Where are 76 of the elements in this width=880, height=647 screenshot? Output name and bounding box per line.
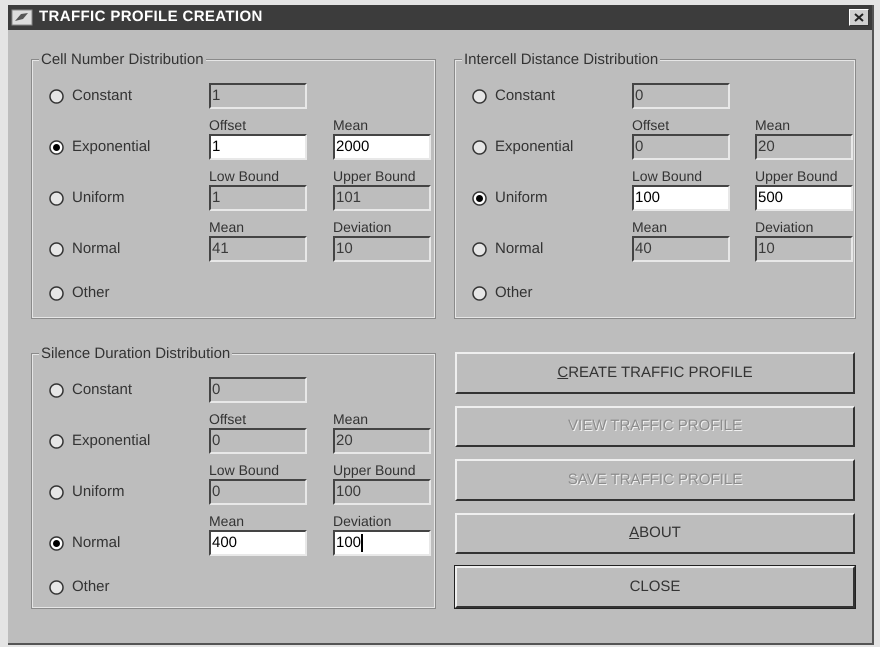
radio-icon (49, 484, 64, 500)
action-button[interactable]: CREATE TRAFFIC PROFILE (455, 352, 855, 394)
input-field[interactable]: 40 (632, 236, 730, 262)
field-caption: Offset (209, 117, 248, 134)
radio-option[interactable]: Constant (49, 83, 185, 109)
field-caption: Mean (209, 513, 246, 530)
field-caption: Deviation (755, 219, 814, 236)
radio-option[interactable]: Exponential (49, 134, 185, 160)
input-field[interactable]: 10 (333, 236, 431, 262)
window-title: TRAFFIC PROFILE CREATION (39, 7, 263, 28)
field-caption: Mean (333, 411, 370, 428)
close-icon (854, 13, 864, 22)
input-field[interactable]: 0 (209, 377, 307, 403)
radio-icon (49, 242, 64, 256)
radio-option[interactable]: Constant (472, 83, 608, 109)
input-field[interactable]: 0 (632, 134, 730, 160)
field-caption: Deviation (333, 219, 392, 236)
field-caption: Offset (632, 117, 670, 134)
radio-icon (472, 242, 487, 256)
input-field[interactable]: 0 (632, 83, 730, 109)
field-caption: Low Bound (632, 168, 704, 185)
field-caption: Upper Bound (333, 168, 417, 185)
radio-option[interactable]: Other (49, 574, 185, 600)
radio-icon (472, 190, 487, 206)
radio-option[interactable]: Normal (472, 236, 608, 262)
radio-icon (49, 88, 64, 104)
input-field[interactable]: 101 (333, 185, 431, 211)
input-field[interactable]: 1 (209, 134, 307, 160)
radio-icon (472, 140, 487, 154)
field-caption: Low Bound (209, 168, 280, 185)
input-field[interactable]: 20 (333, 428, 431, 454)
close-button[interactable] (849, 9, 869, 26)
radio-option[interactable]: Uniform (49, 479, 185, 505)
input-field[interactable]: 100 (333, 479, 431, 505)
input-field[interactable]: 100 (333, 530, 431, 556)
action-button[interactable]: CLOSE (455, 566, 855, 608)
field-caption: Mean (755, 117, 792, 134)
radio-option[interactable]: Other (49, 280, 185, 306)
field-caption: Offset (209, 411, 248, 428)
radio-icon (472, 88, 487, 104)
radio-option[interactable]: Normal (49, 236, 185, 262)
radio-option[interactable]: Uniform (49, 185, 185, 211)
radio-option[interactable]: Exponential (472, 134, 608, 160)
radio-icon (49, 190, 64, 206)
field-caption: Upper Bound (755, 168, 839, 185)
radio-icon (49, 536, 64, 550)
input-field[interactable]: 0 (209, 428, 307, 454)
input-field[interactable]: 20 (755, 134, 853, 160)
input-field[interactable]: 10 (755, 236, 853, 262)
app-icon (11, 9, 33, 26)
input-field[interactable]: 100 (632, 185, 730, 211)
field-caption: Deviation (333, 513, 392, 530)
action-button[interactable]: ABOUT (455, 512, 855, 554)
radio-icon (49, 382, 64, 398)
field-caption: Upper Bound (333, 462, 417, 479)
radio-option[interactable]: Other (472, 280, 608, 306)
field-caption: Mean (632, 219, 668, 236)
radio-icon (472, 286, 487, 300)
field-caption: Mean (333, 117, 370, 134)
radio-icon (49, 580, 64, 594)
radio-option[interactable]: Uniform (472, 185, 608, 211)
radio-option[interactable]: Normal (49, 530, 185, 556)
radio-icon (49, 140, 64, 154)
field-caption: Mean (209, 219, 246, 236)
input-field[interactable]: 1 (209, 83, 307, 109)
input-field[interactable]: 2000 (333, 134, 431, 160)
radio-icon (49, 286, 64, 300)
input-field[interactable]: 0 (209, 479, 307, 505)
input-field[interactable]: 1 (209, 185, 307, 211)
radio-option[interactable]: Exponential (49, 428, 185, 454)
input-field[interactable]: 41 (209, 236, 307, 262)
field-caption: Low Bound (209, 462, 280, 479)
radio-icon (49, 434, 64, 448)
input-field[interactable]: 500 (755, 185, 853, 211)
radio-option[interactable]: Constant (49, 377, 185, 403)
input-field[interactable]: 400 (209, 530, 307, 556)
